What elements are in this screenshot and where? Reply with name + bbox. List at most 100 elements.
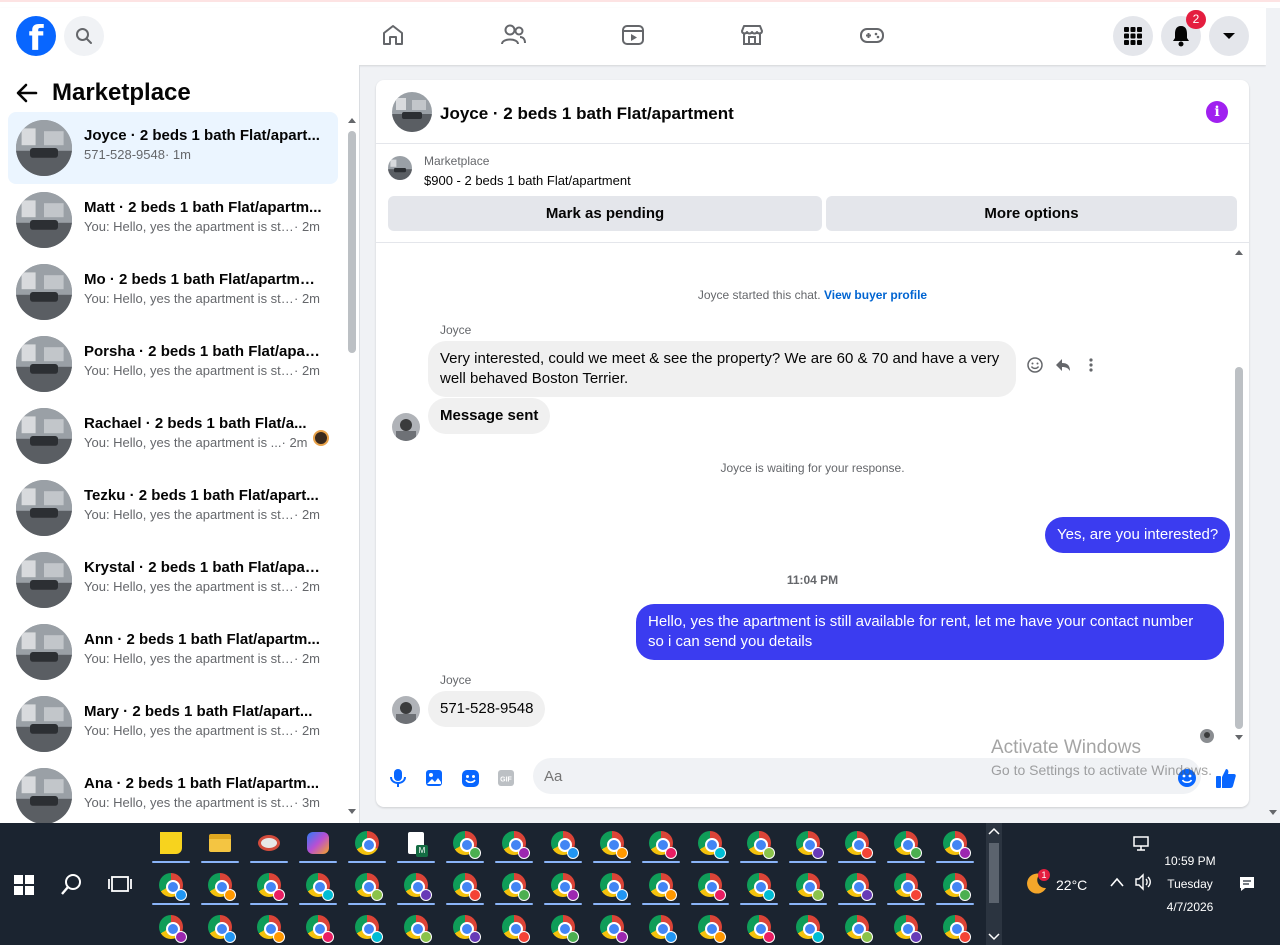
chrome-profile-taskbar-button[interactable] (442, 865, 488, 905)
sticker-button[interactable] (459, 767, 481, 789)
nav-video[interactable] (618, 20, 648, 50)
more-actions-icon[interactable] (1083, 357, 1099, 373)
chrome-profile-taskbar-button[interactable] (344, 865, 390, 905)
outgoing-message[interactable]: Yes, are you interested? (1045, 517, 1231, 553)
conversation-item[interactable]: Ana · 2 beds 1 bath Flat/apartm... You: H… (8, 760, 338, 823)
conversation-item[interactable]: Joyce · 2 beds 1 bath Flat/apart... 571-5… (8, 112, 338, 184)
chrome-profile-taskbar-button[interactable] (246, 907, 292, 945)
chrome-profile-taskbar-button[interactable] (834, 865, 880, 905)
chrome-profile-taskbar-button[interactable] (491, 865, 537, 905)
conversation-item[interactable]: Mo · 2 beds 1 bath Flat/apartment You: He… (8, 256, 338, 328)
chrome-profile-taskbar-button[interactable] (883, 823, 929, 863)
chrome-profile-taskbar-button[interactable] (393, 865, 439, 905)
chrome-profile-taskbar-button[interactable] (785, 865, 831, 905)
chrome-profile-taskbar-button[interactable] (589, 907, 635, 945)
chrome-profile-taskbar-button[interactable] (589, 823, 635, 863)
task-view-icon[interactable] (108, 873, 132, 895)
chrome-profile-taskbar-button[interactable] (736, 865, 782, 905)
chat-title[interactable]: Joyce · 2 beds 1 bath Flat/apartment (440, 104, 734, 124)
chrome-profile-taskbar-button[interactable] (148, 865, 194, 905)
chrome-profile-taskbar-button[interactable] (785, 823, 831, 863)
chrome-profile-taskbar-button[interactable] (932, 907, 978, 945)
taskbar-scroll-thumb[interactable] (989, 843, 999, 903)
weather-widget[interactable]: 1 (1024, 869, 1050, 895)
chrome-profile-taskbar-button[interactable] (295, 907, 341, 945)
notification-center-icon[interactable] (1238, 875, 1256, 893)
like-button[interactable] (1215, 767, 1237, 789)
chrome-taskbar-button[interactable] (344, 823, 390, 863)
incoming-message[interactable]: Very interested, could we meet & see the… (428, 341, 1016, 397)
clock-time[interactable]: 10:59 PM (1160, 854, 1220, 868)
conversation-item[interactable]: Porsha · 2 beds 1 bath Flat/apart... You:… (8, 328, 338, 400)
nav-marketplace[interactable] (737, 20, 767, 50)
chrome-profile-taskbar-button[interactable] (932, 865, 978, 905)
search-button[interactable] (64, 16, 104, 56)
chrome-profile-taskbar-button[interactable] (687, 907, 733, 945)
account-button[interactable] (1209, 16, 1249, 56)
chrome-profile-taskbar-button[interactable] (442, 907, 488, 945)
chrome-profile-taskbar-button[interactable] (491, 823, 537, 863)
conversation-item[interactable]: Ann · 2 beds 1 bath Flat/apartm... You: H… (8, 616, 338, 688)
back-arrow-icon[interactable] (16, 83, 38, 103)
menu-button[interactable] (1113, 16, 1153, 56)
chrome-profile-taskbar-button[interactable] (687, 823, 733, 863)
scroll-up-icon[interactable] (347, 116, 357, 124)
chrome-profile-taskbar-button[interactable] (344, 907, 390, 945)
chrome-profile-taskbar-button[interactable] (883, 865, 929, 905)
document-taskbar-button[interactable]: M (393, 823, 439, 863)
chrome-profile-taskbar-button[interactable] (442, 823, 488, 863)
chrome-profile-taskbar-button[interactable] (197, 865, 243, 905)
chrome-profile-taskbar-button[interactable] (834, 823, 880, 863)
scroll-up-icon[interactable] (1234, 248, 1244, 256)
chrome-profile-taskbar-button[interactable] (736, 907, 782, 945)
conversation-item[interactable]: Rachael · 2 beds 1 bath Flat/a... You: He… (8, 400, 338, 472)
view-buyer-profile-link[interactable]: View buyer profile (824, 288, 927, 302)
incoming-message[interactable]: 571-528-9548 (428, 691, 546, 727)
chrome-profile-taskbar-button[interactable] (687, 865, 733, 905)
chrome-profile-taskbar-button[interactable] (393, 907, 439, 945)
show-hidden-icons-icon[interactable] (1110, 877, 1124, 887)
chrome-profile-taskbar-button[interactable] (295, 865, 341, 905)
paint-taskbar-button[interactable] (246, 823, 292, 863)
chrome-profile-taskbar-button[interactable] (785, 907, 831, 945)
taskbar-scrollbar[interactable] (986, 823, 1002, 945)
chrome-profile-taskbar-button[interactable] (638, 865, 684, 905)
chrome-profile-taskbar-button[interactable] (197, 907, 243, 945)
attach-photo-button[interactable] (423, 767, 445, 789)
chrome-profile-taskbar-button[interactable] (589, 865, 635, 905)
react-emoji-icon[interactable] (1027, 357, 1043, 373)
chrome-profile-taskbar-button[interactable] (638, 907, 684, 945)
conversation-item[interactable]: Krystal · 2 beds 1 bath Flat/apart... You… (8, 544, 338, 616)
scroll-down-icon[interactable] (988, 933, 1000, 941)
sidebar-scrollbar[interactable] (347, 115, 357, 815)
chrome-profile-taskbar-button[interactable] (638, 823, 684, 863)
scroll-up-icon[interactable] (988, 827, 1000, 835)
speaker-icon[interactable] (1134, 873, 1152, 891)
chrome-profile-taskbar-button[interactable] (736, 823, 782, 863)
more-options-button[interactable]: More options (826, 196, 1237, 231)
listing-avatar[interactable] (392, 92, 432, 132)
chrome-profile-taskbar-button[interactable] (834, 907, 880, 945)
reply-icon[interactable] (1055, 357, 1071, 373)
nav-friends[interactable] (498, 20, 528, 50)
sticky-notes-taskbar-button[interactable] (148, 823, 194, 863)
windows-start-icon[interactable] (14, 875, 34, 895)
mark-as-pending-button[interactable]: Mark as pending (388, 196, 822, 231)
chrome-profile-taskbar-button[interactable] (540, 907, 586, 945)
facebook-logo[interactable]: f (16, 16, 56, 56)
page-scrollbar[interactable] (1266, 8, 1280, 823)
chrome-profile-taskbar-button[interactable] (148, 907, 194, 945)
incoming-message[interactable]: Message sent (428, 398, 551, 434)
scroll-down-icon[interactable] (1234, 734, 1244, 742)
gif-button[interactable]: GIF (495, 767, 517, 789)
sender-avatar[interactable] (392, 696, 420, 724)
outgoing-message[interactable]: Hello, yes the apartment is still availa… (636, 604, 1224, 660)
chrome-profile-taskbar-button[interactable] (246, 865, 292, 905)
voice-clip-button[interactable] (387, 767, 409, 789)
sender-avatar[interactable] (392, 413, 420, 441)
nav-home[interactable] (378, 20, 408, 50)
scroll-down-icon[interactable] (1268, 809, 1278, 817)
sidebar-scroll-thumb[interactable] (348, 131, 356, 353)
chrome-profile-taskbar-button[interactable] (883, 907, 929, 945)
chat-scrollbar[interactable] (1234, 248, 1244, 743)
